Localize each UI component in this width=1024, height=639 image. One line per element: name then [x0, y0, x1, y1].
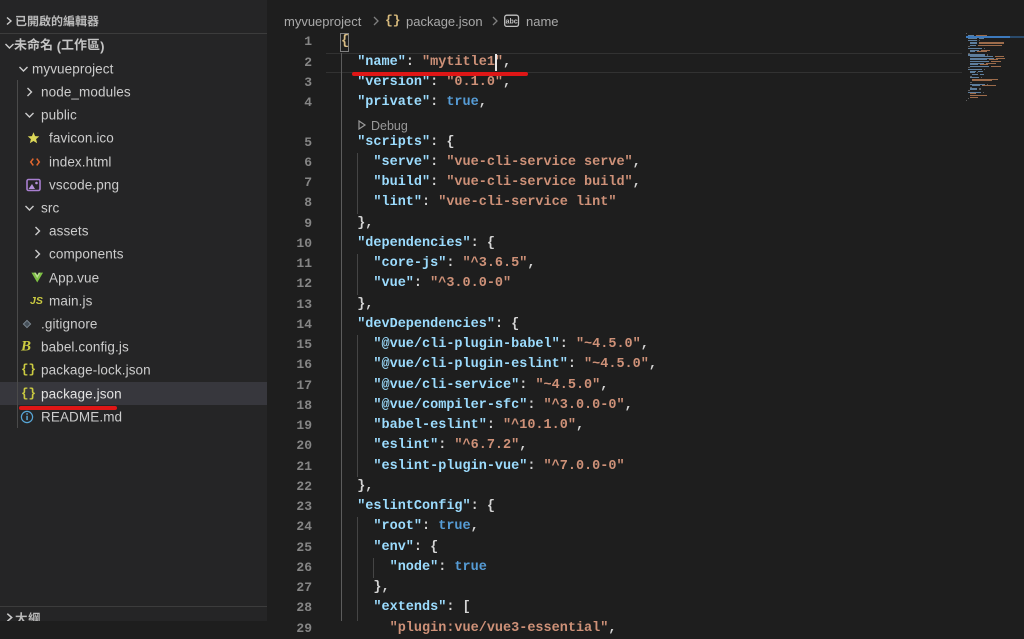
svg-text:abc: abc: [506, 19, 518, 26]
